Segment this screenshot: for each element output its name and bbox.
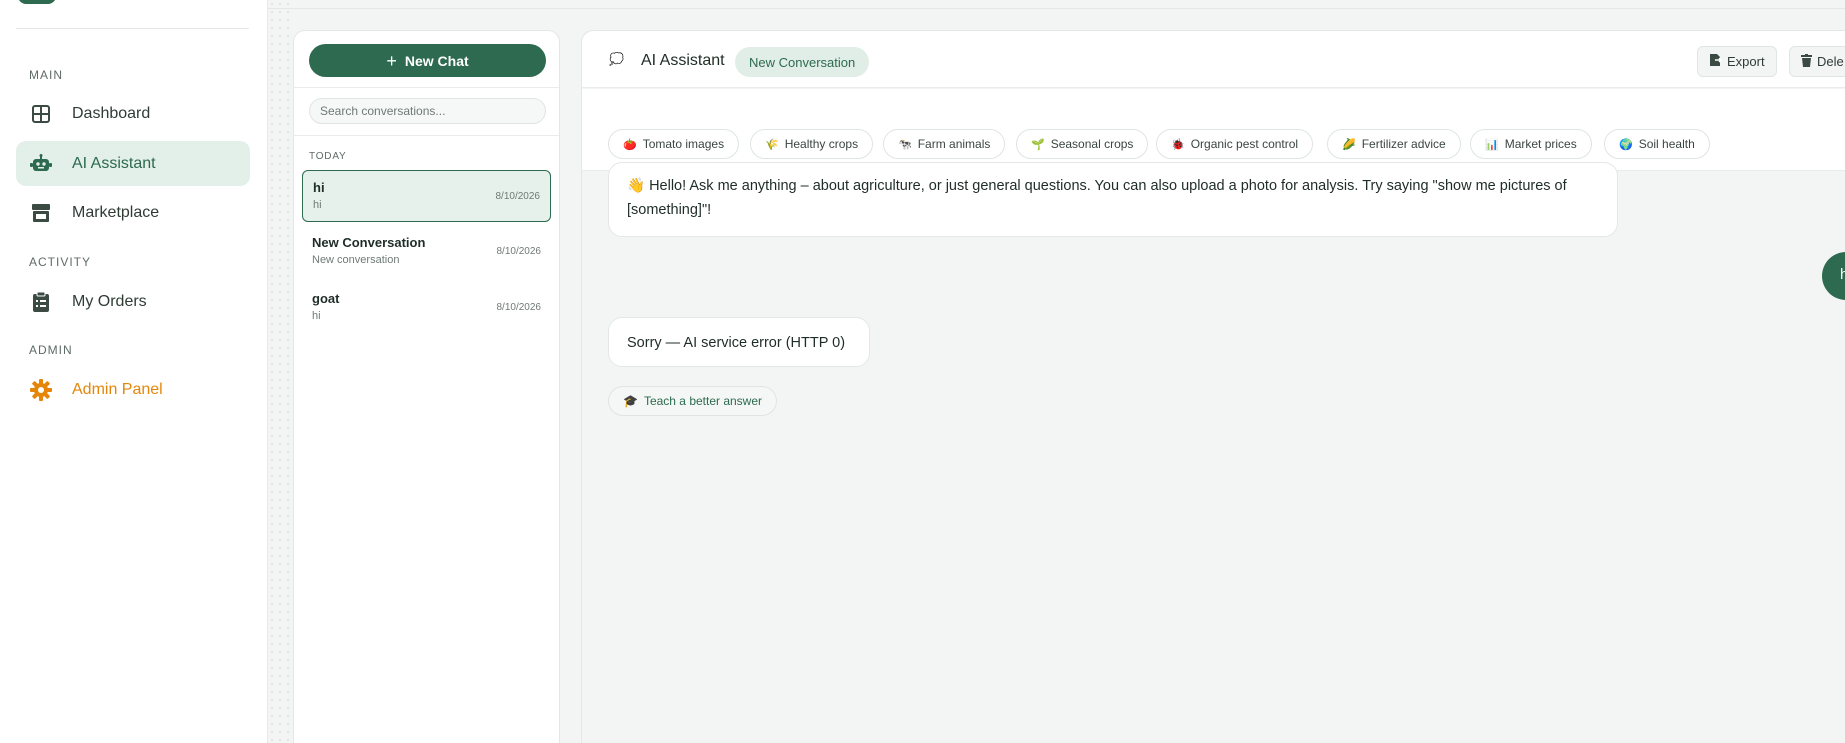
app-logo[interactable] <box>18 0 56 4</box>
teach-label: Teach a better answer <box>643 394 763 408</box>
chip-label: Fertilizer advice <box>1361 137 1446 151</box>
chip-label: Soil health <box>1638 137 1695 151</box>
section-label-admin: ADMIN <box>29 343 73 357</box>
grid-icon <box>30 103 52 125</box>
delete-button[interactable]: Dele <box>1789 46 1845 77</box>
chip-label: Farm animals <box>917 137 991 151</box>
conversation-date: 8/10/2026 <box>496 246 542 257</box>
graduation-cap-icon: 🎓 <box>623 394 638 408</box>
trash-icon <box>1801 53 1812 70</box>
sidebar-item-my-orders[interactable]: My Orders <box>16 279 250 324</box>
section-label-activity: ACTIVITY <box>29 255 92 269</box>
bug-icon: 🐞 <box>1171 138 1185 151</box>
bar-chart-icon: 📊 <box>1485 138 1499 151</box>
conversation-panel: + New Chat TODAY hi hi 8/10/2026 New Con… <box>293 30 560 743</box>
export-icon <box>1709 53 1722 70</box>
wheat-icon: 🌾 <box>765 138 779 151</box>
store-icon <box>30 202 52 224</box>
background-gutter <box>268 0 292 743</box>
new-chat-button[interactable]: + New Chat <box>309 44 546 77</box>
chip-fertilizer-advice[interactable]: 🌽 Fertilizer advice <box>1327 129 1461 159</box>
chip-label: Market prices <box>1504 137 1577 151</box>
sidebar-item-label: AI Assistant <box>72 154 156 172</box>
chip-organic-pest-control[interactable]: 🐞 Organic pest control <box>1156 129 1314 159</box>
conversation-date: 8/10/2026 <box>495 191 541 202</box>
suggestion-chips-bar: 🍅 Tomato images 🌾 Healthy crops 🐄 Farm a… <box>582 89 1845 171</box>
search-conversations-input[interactable] <box>309 98 546 124</box>
chip-tomato-images[interactable]: 🍅 Tomato images <box>608 129 740 159</box>
conversation-date: 8/10/2026 <box>496 302 542 313</box>
sidebar-item-ai-assistant[interactable]: AI Assistant <box>16 141 250 186</box>
chip-farm-animals[interactable]: 🐄 Farm animals <box>883 129 1006 159</box>
conversation-item[interactable]: goat hi 8/10/2026 <box>302 282 551 334</box>
plus-icon: + <box>386 50 397 71</box>
tomato-icon: 🍅 <box>623 138 637 151</box>
conversation-preview: hi <box>312 310 321 322</box>
conversation-preview: hi <box>313 199 322 211</box>
sidebar-item-admin-panel[interactable]: Admin Panel <box>16 367 250 412</box>
user-message: hi <box>1822 252 1845 300</box>
export-label: Export <box>1727 54 1765 69</box>
conversation-item[interactable]: hi hi 8/10/2026 <box>302 170 551 222</box>
sidebar-item-dashboard[interactable]: Dashboard <box>16 91 250 136</box>
assistant-error-message: Sorry — AI service error (HTTP 0) <box>608 317 870 367</box>
app-sidebar: MAIN Dashboard AI Assistant Marketplace … <box>0 0 268 743</box>
conversation-preview: New conversation <box>312 254 400 266</box>
conversation-badge: New Conversation <box>735 47 870 77</box>
new-chat-label: New Chat <box>404 52 469 69</box>
section-label-main: MAIN <box>29 68 63 82</box>
assistant-message: 👋 Hello! Ask me anything – about agricul… <box>608 162 1618 237</box>
sidebar-item-label: Dashboard <box>72 104 151 122</box>
chip-market-prices[interactable]: 📊 Market prices <box>1470 129 1592 159</box>
chip-seasonal-crops[interactable]: 🌱 Seasonal crops <box>1016 129 1149 159</box>
chat-panel: 💭 AI Assistant New Conversation Export D… <box>581 30 1845 743</box>
chip-label: Seasonal crops <box>1050 137 1134 151</box>
robot-icon <box>30 153 52 175</box>
sidebar-item-label: Admin Panel <box>72 380 163 398</box>
conversation-title: goat <box>312 291 340 306</box>
divider <box>294 87 559 88</box>
chat-header: 💭 AI Assistant New Conversation Export D… <box>582 31 1845 88</box>
teach-better-answer-button[interactable]: 🎓 Teach a better answer <box>608 386 778 416</box>
chip-healthy-crops[interactable]: 🌾 Healthy crops <box>750 129 874 159</box>
export-button[interactable]: Export <box>1697 46 1777 77</box>
cow-icon: 🐄 <box>898 138 912 151</box>
conversation-title: hi <box>313 180 325 195</box>
sidebar-item-marketplace[interactable]: Marketplace <box>16 190 250 235</box>
chip-label: Healthy crops <box>784 137 859 151</box>
conversation-item[interactable]: New Conversation New conversation 8/10/2… <box>302 226 551 278</box>
delete-label: Dele <box>1817 54 1844 69</box>
chip-soil-health[interactable]: 🌍 Soil health <box>1604 129 1710 159</box>
sidebar-divider <box>16 28 249 29</box>
thought-bubble-icon: 💭 <box>609 52 624 66</box>
chip-label: Tomato images <box>642 137 725 151</box>
globe-icon: 🌍 <box>1619 138 1633 151</box>
conversation-group-label: TODAY <box>309 151 347 162</box>
divider <box>294 135 559 136</box>
chat-title: AI Assistant <box>641 52 725 69</box>
top-divider <box>268 8 1845 9</box>
conversation-title: New Conversation <box>312 235 426 250</box>
sidebar-item-label: My Orders <box>72 292 147 310</box>
chip-label: Organic pest control <box>1190 137 1299 151</box>
clipboard-icon <box>30 291 52 313</box>
sidebar-item-label: Marketplace <box>72 203 160 221</box>
corn-icon: 🌽 <box>1342 138 1356 151</box>
gear-icon <box>30 378 52 401</box>
seedling-icon: 🌱 <box>1031 138 1045 151</box>
